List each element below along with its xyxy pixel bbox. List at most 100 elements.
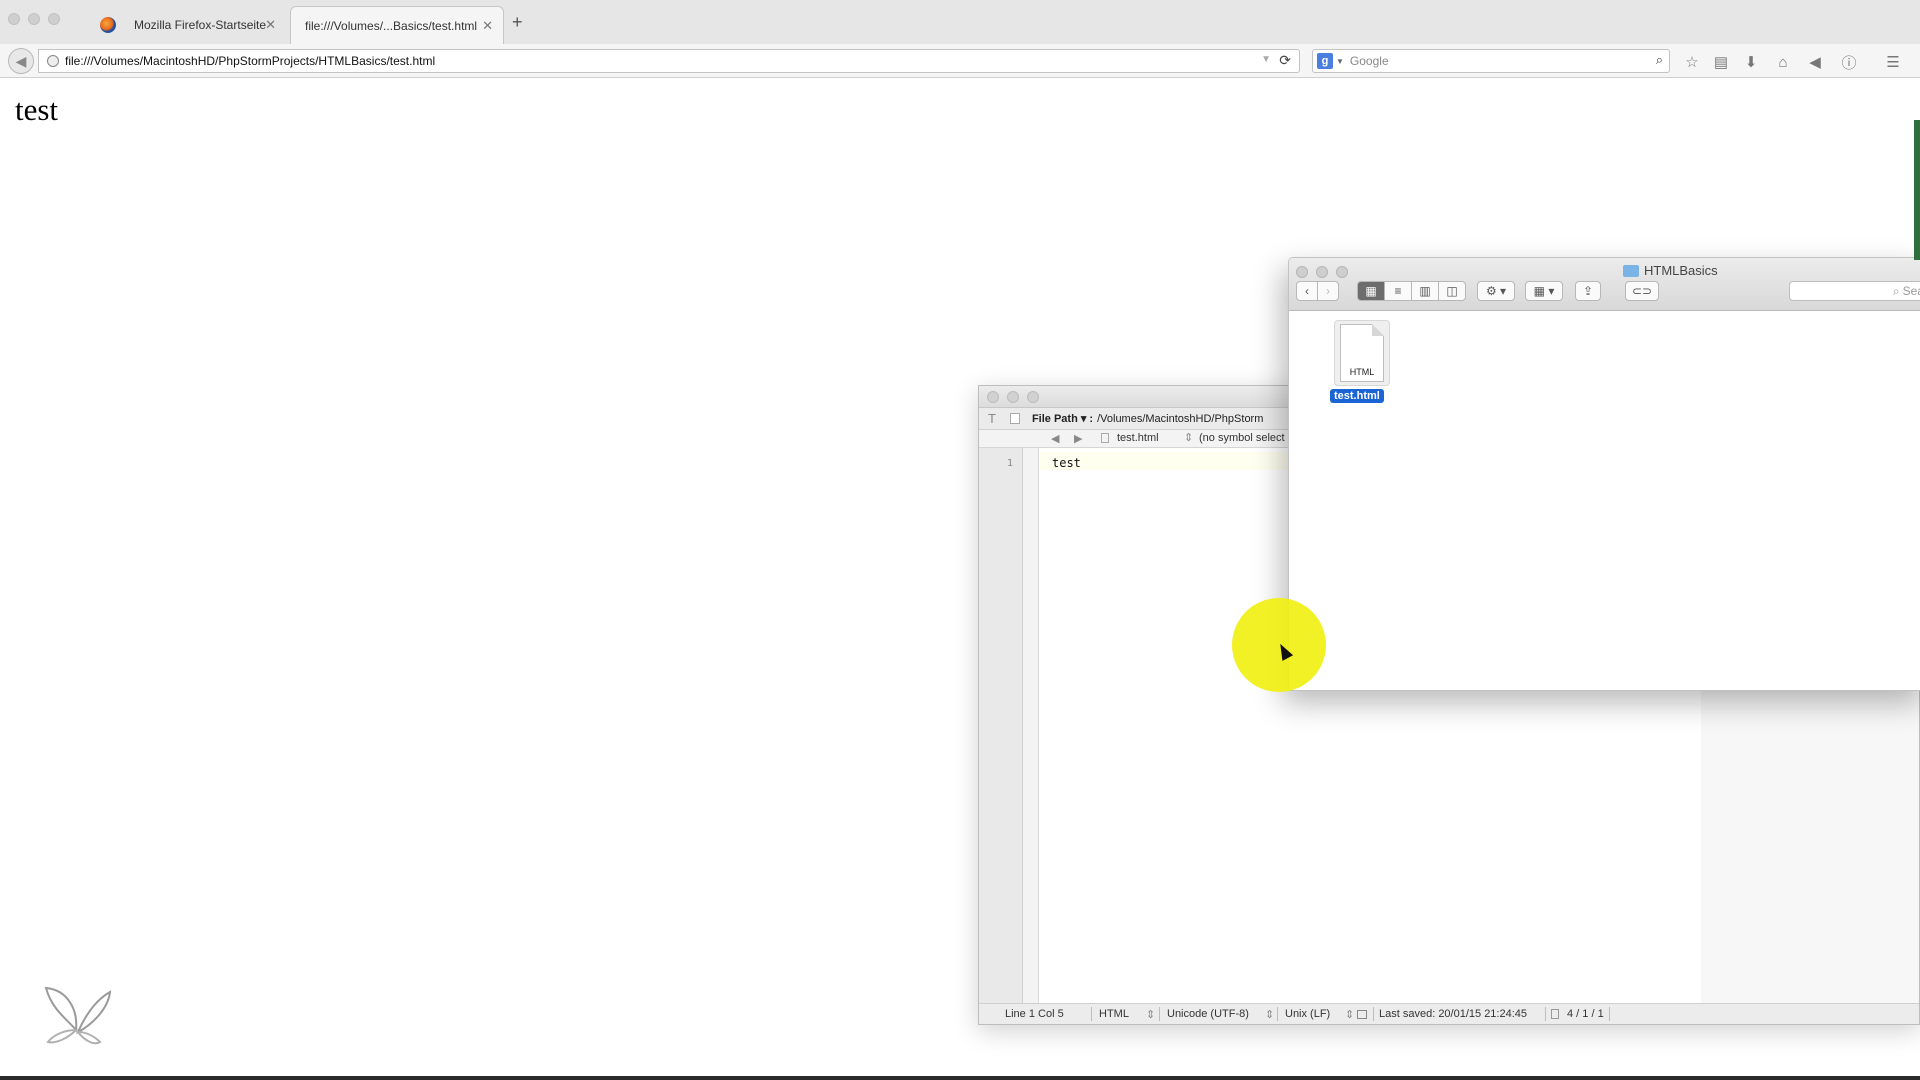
finder-titlebar[interactable]: HTMLBasics ‹ › ▦ ≡ ▥ ◫ ⚙ ▾ ▦ ▾ ⇪ ⊂⊃ ⌕ Se… [1289, 258, 1920, 311]
finder-search-field[interactable]: ⌕ Sea [1789, 281, 1920, 301]
reload-icon[interactable]: ⟳ [1279, 52, 1291, 69]
chevron-down-icon[interactable]: ▼ [1336, 57, 1344, 66]
back-button[interactable]: ‹ [1296, 281, 1318, 301]
chevron-updown-icon[interactable]: ⇕ [1184, 431, 1193, 444]
tag-icon: ⊂⊃ [1631, 284, 1653, 298]
new-tab-button[interactable]: + [512, 12, 523, 33]
editor-status-bar: Line 1 Col 5 HTML ⇕ Unicode (UTF-8) ⇕ Un… [979, 1003, 1919, 1024]
file-item-test-html[interactable]: HTML [1334, 320, 1390, 386]
document-counts: 4 / 1 / 1 [1567, 1008, 1604, 1020]
html-file-icon: HTML [1340, 324, 1384, 382]
action-menu-button[interactable]: ⚙ ▾ [1477, 281, 1515, 301]
symbol-selector[interactable]: (no symbol select [1199, 432, 1285, 444]
chevron-updown-icon[interactable]: ⇕ [1265, 1008, 1274, 1021]
file-type-label: HTML [1349, 367, 1375, 377]
firefox-icon [100, 17, 116, 33]
code-text[interactable]: test [1052, 456, 1081, 470]
next-icon[interactable]: ▶ [1074, 432, 1082, 445]
chevron-left-icon: ‹ [1305, 284, 1309, 298]
reading-list-icon[interactable]: ▤ [1712, 53, 1730, 71]
line-number-gutter [979, 448, 1023, 1003]
minimize-window-button[interactable] [1007, 391, 1019, 403]
line-number: 1 [1007, 458, 1014, 469]
info-icon[interactable]: ⓘ [1840, 53, 1858, 72]
previous-icon[interactable]: ◀ [1051, 432, 1059, 445]
share-button[interactable]: ⇪ [1575, 281, 1601, 301]
gear-icon: ⚙ ▾ [1485, 284, 1507, 298]
file-path-label[interactable]: File Path ▾ : [1032, 412, 1093, 425]
tab-strip: Mozilla Firefox-Startseite ✕ file:///Vol… [0, 0, 1920, 44]
list-view-button[interactable]: ≡ [1384, 281, 1412, 301]
close-window-button[interactable] [987, 391, 999, 403]
send-icon[interactable]: ◀ [1806, 53, 1824, 71]
forward-button[interactable]: › [1317, 281, 1339, 301]
list-icon: ≡ [1394, 284, 1402, 298]
tab-label: file:///Volumes/...Basics/test.html [305, 18, 478, 33]
search-icon: ⌕ [1892, 283, 1900, 298]
finder-window: HTMLBasics ‹ › ▦ ≡ ▥ ◫ ⚙ ▾ ▦ ▾ ⇪ ⊂⊃ ⌕ Se… [1288, 257, 1920, 691]
icon-view-button[interactable]: ▦ [1357, 281, 1385, 301]
bookmark-star-icon[interactable]: ☆ [1683, 53, 1701, 71]
back-icon: ◀ [15, 52, 27, 69]
url-text: file:///Volumes/MacintoshHD/PhpStormProj… [65, 54, 436, 68]
close-window-button[interactable] [1296, 266, 1308, 278]
file-path-value: /Volumes/MacintoshHD/PhpStorm [1097, 412, 1264, 425]
columns-icon: ▥ [1419, 284, 1431, 298]
folder-icon [1623, 264, 1639, 277]
history-dropdown-icon[interactable]: ▼ [1261, 54, 1271, 65]
last-saved: Last saved: 20/01/15 21:24:45 [1379, 1008, 1528, 1020]
window-title: HTMLBasics [1623, 263, 1718, 278]
zoom-window-button[interactable] [1336, 266, 1348, 278]
home-icon[interactable]: ⌂ [1774, 53, 1792, 71]
search-placeholder: Google [1349, 54, 1389, 68]
close-icon[interactable]: ✕ [265, 17, 276, 33]
close-icon[interactable]: ✕ [482, 18, 493, 34]
lock-icon[interactable] [1357, 1010, 1367, 1019]
cursor-position: Line 1 Col 5 [1005, 1008, 1064, 1020]
tab-label: Mozilla Firefox-Startseite [134, 18, 267, 32]
download-icon[interactable]: ⬇ [1742, 53, 1760, 71]
page-body-text: test [15, 92, 59, 127]
share-icon: ⇪ [1582, 284, 1594, 298]
search-icon[interactable]: ⌕ [1656, 52, 1663, 68]
folder-name: HTMLBasics [1644, 263, 1718, 278]
grid-icon: ▦ [1365, 284, 1377, 298]
cover-flow-icon: ◫ [1446, 284, 1458, 298]
cover-flow-button[interactable]: ◫ [1438, 281, 1466, 301]
site-identity-icon[interactable] [47, 55, 59, 67]
search-bar[interactable]: g ▼ Google ⌕ [1312, 49, 1670, 73]
tags-button[interactable]: ⊂⊃ [1625, 281, 1659, 301]
column-view-button[interactable]: ▥ [1411, 281, 1439, 301]
zoom-window-button[interactable] [1027, 391, 1039, 403]
document-icon [1551, 1009, 1559, 1019]
desktop-edge [0, 1076, 1920, 1080]
file-selector[interactable]: test.html [1117, 432, 1159, 444]
arrange-menu-button[interactable]: ▦ ▾ [1525, 281, 1563, 301]
chevron-updown-icon[interactable]: ⇕ [1345, 1008, 1354, 1021]
text-tool-icon[interactable]: T [988, 411, 996, 426]
minimize-window-button[interactable] [1316, 266, 1328, 278]
arrange-icon: ▦ ▾ [1533, 284, 1555, 298]
line-endings-selector[interactable]: Unix (LF) [1285, 1008, 1330, 1020]
file-name-label[interactable]: test.html [1330, 389, 1384, 403]
tab-firefox-start[interactable]: Mozilla Firefox-Startseite ✕ [86, 6, 286, 44]
tab-test-html[interactable]: file:///Volumes/...Basics/test.html ✕ [290, 6, 504, 44]
desktop-edge [1914, 120, 1920, 260]
navigation-toolbar: ◀ file:///Volumes/MacintoshHD/PhpStormPr… [0, 44, 1920, 78]
chevron-right-icon: › [1326, 284, 1330, 298]
fold-gutter [1023, 448, 1039, 1003]
document-icon [1009, 413, 1020, 424]
minimize-window-button[interactable] [28, 13, 40, 25]
syntax-selector[interactable]: HTML [1099, 1008, 1129, 1020]
back-button[interactable]: ◀ [8, 48, 34, 74]
chevron-updown-icon[interactable]: ⇕ [1146, 1008, 1155, 1021]
url-bar[interactable]: file:///Volumes/MacintoshHD/PhpStormProj… [38, 49, 1300, 73]
zoom-window-button[interactable] [48, 13, 60, 25]
menu-icon[interactable]: ☰ [1884, 53, 1902, 71]
butterfly-logo-icon [44, 986, 112, 1045]
search-placeholder: Sea [1902, 284, 1920, 298]
close-window-button[interactable] [8, 13, 20, 25]
encoding-selector[interactable]: Unicode (UTF-8) [1167, 1008, 1249, 1020]
google-engine-icon[interactable]: g [1317, 53, 1333, 69]
document-icon [1101, 433, 1109, 443]
